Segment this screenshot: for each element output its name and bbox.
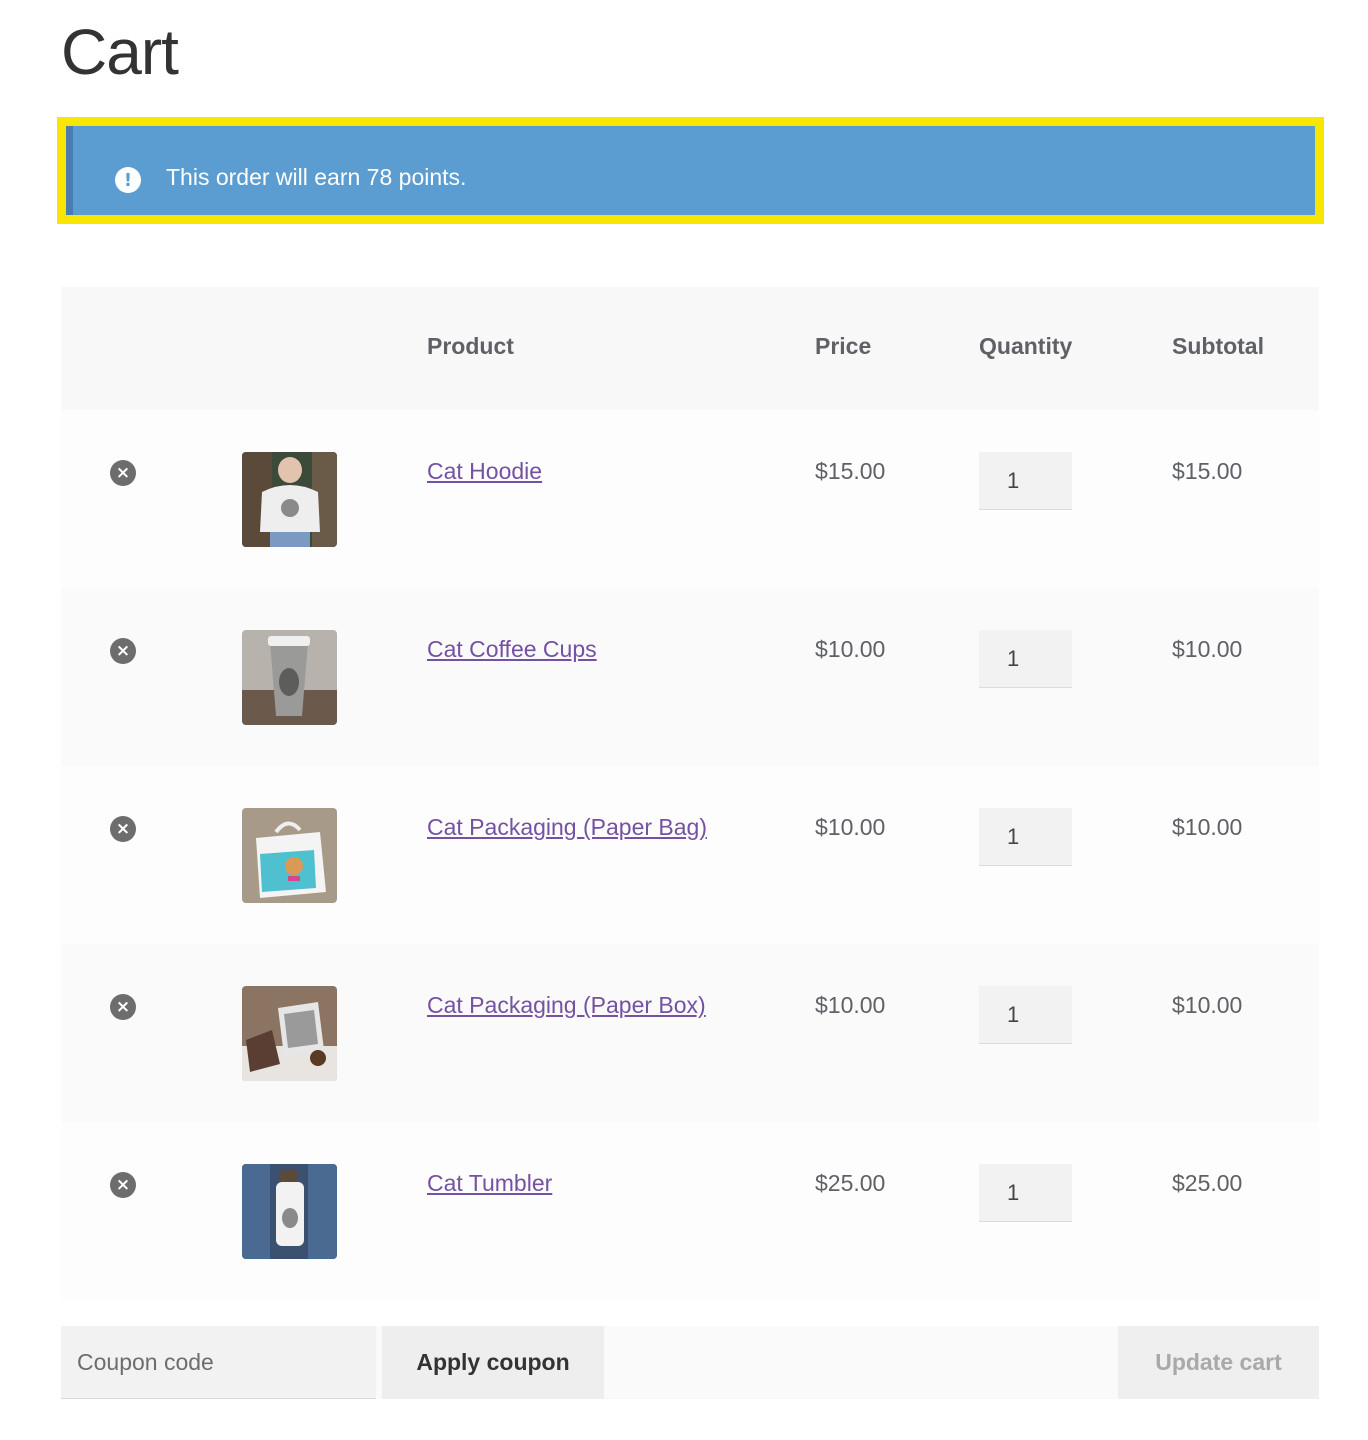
table-row: × Cat Tumbler $25.00 $25.00 <box>61 1122 1319 1300</box>
notice-text: This order will earn 78 points. <box>166 164 467 190</box>
page-title: Cart <box>61 16 179 88</box>
item-subtotal: $10.00 <box>1172 992 1243 1018</box>
item-price: $15.00 <box>815 458 886 484</box>
product-link[interactable]: Cat Packaging (Paper Bag) <box>427 814 707 841</box>
item-subtotal: $25.00 <box>1172 1170 1243 1196</box>
item-subtotal: $10.00 <box>1172 814 1243 840</box>
remove-item-icon[interactable]: × <box>110 1172 136 1198</box>
coffee-cup-thumbnail[interactable] <box>242 630 337 725</box>
product-link[interactable]: Cat Coffee Cups <box>427 636 597 663</box>
table-row: × Cat Coffee Cups $10.00 $10.00 <box>61 588 1319 766</box>
paper-box-thumbnail[interactable] <box>242 986 337 1081</box>
remove-item-icon[interactable]: × <box>110 816 136 842</box>
update-cart-button[interactable]: Update cart <box>1118 1326 1319 1399</box>
remove-item-icon[interactable]: × <box>110 460 136 486</box>
item-price: $10.00 <box>815 636 886 662</box>
table-row: × Cat Packaging (Paper Bag) $10.00 $10.0… <box>61 766 1319 944</box>
paper-bag-thumbnail[interactable] <box>242 808 337 903</box>
item-subtotal: $10.00 <box>1172 636 1243 662</box>
product-link[interactable]: Cat Packaging (Paper Box) <box>427 992 706 1019</box>
header-price: Price <box>815 333 872 359</box>
quantity-input[interactable] <box>979 808 1072 866</box>
table-header: Product Price Quantity Subtotal <box>61 287 1319 410</box>
quantity-input[interactable] <box>979 986 1072 1044</box>
item-price: $10.00 <box>815 814 886 840</box>
remove-item-icon[interactable]: × <box>110 638 136 664</box>
points-notice: ! This order will earn 78 points. <box>66 126 1315 215</box>
notice-highlight: ! This order will earn 78 points. <box>57 117 1324 224</box>
product-link[interactable]: Cat Hoodie <box>427 458 542 485</box>
quantity-input[interactable] <box>979 1164 1072 1222</box>
product-link[interactable]: Cat Tumbler <box>427 1170 552 1197</box>
item-subtotal: $15.00 <box>1172 458 1243 484</box>
cart-actions: Apply coupon Update cart <box>61 1326 1319 1399</box>
quantity-input[interactable] <box>979 452 1072 510</box>
cart-table: Product Price Quantity Subtotal × Cat Ho… <box>61 287 1319 1300</box>
header-product: Product <box>427 333 514 359</box>
hoodie-thumbnail[interactable] <box>242 452 337 547</box>
table-row: × Cat Packaging (Paper Box) $10.00 $10.0… <box>61 944 1319 1122</box>
apply-coupon-button[interactable]: Apply coupon <box>382 1326 604 1399</box>
header-subtotal: Subtotal <box>1172 333 1264 359</box>
table-row: × Cat Hoodie $15.00 $15.00 <box>61 410 1319 588</box>
exclamation-circle-icon: ! <box>115 167 141 193</box>
item-price: $25.00 <box>815 1170 886 1196</box>
tumbler-thumbnail[interactable] <box>242 1164 337 1259</box>
header-quantity: Quantity <box>979 333 1073 359</box>
quantity-input[interactable] <box>979 630 1072 688</box>
item-price: $10.00 <box>815 992 886 1018</box>
remove-item-icon[interactable]: × <box>110 994 136 1020</box>
coupon-code-input[interactable] <box>61 1326 376 1399</box>
